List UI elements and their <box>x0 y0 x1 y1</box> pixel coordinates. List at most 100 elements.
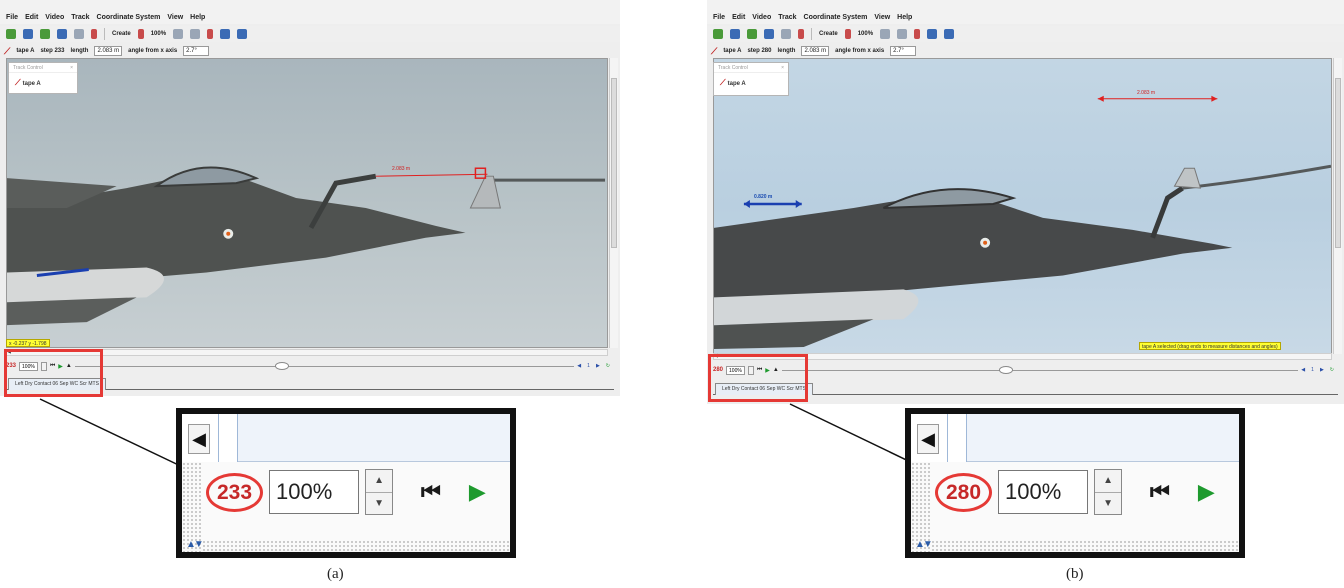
step-label: step 280 <box>747 48 772 54</box>
trail-icon[interactable] <box>190 29 201 39</box>
marker-arrows-icon: ▲▼ <box>915 539 933 550</box>
menu-track[interactable]: Track <box>71 14 89 21</box>
play-icon[interactable]: ▶ <box>1198 479 1215 505</box>
frame-slider[interactable] <box>781 365 1299 375</box>
label-icon[interactable] <box>927 29 938 39</box>
rate-spinner[interactable]: ▲ ▼ <box>365 469 394 515</box>
zoom-button[interactable]: 100% <box>858 31 873 37</box>
menu-help[interactable]: Help <box>190 14 205 21</box>
rate-field[interactable]: 100% <box>998 470 1089 514</box>
tracker-window-a: File Edit Video Track Coordinate System … <box>0 0 620 396</box>
aircraft-image <box>7 166 606 326</box>
clip-settings-icon[interactable] <box>57 29 67 39</box>
rate-spinner[interactable]: ▲ ▼ <box>1094 469 1123 515</box>
step-back-button[interactable]: ◀ <box>1301 367 1305 373</box>
create-button[interactable]: Create <box>819 31 838 37</box>
highlight-box-b <box>708 354 808 402</box>
inset-top: ◀ <box>911 414 1239 462</box>
menu-edit[interactable]: Edit <box>732 14 745 21</box>
clip-settings-icon[interactable] <box>764 29 774 39</box>
loop-icon[interactable]: ↻ <box>606 363 610 369</box>
menu-view[interactable]: View <box>167 14 183 21</box>
path-icon[interactable] <box>914 29 921 39</box>
spinner-up-icon[interactable]: ▲ <box>1095 470 1121 492</box>
menu-video[interactable]: Video <box>45 14 64 21</box>
menu-coordinate-system[interactable]: Coordinate System <box>97 14 161 21</box>
track-control-item[interactable]: ⟋ tape A <box>714 73 788 93</box>
create-button[interactable]: Create <box>112 31 131 37</box>
step-size[interactable]: 1 <box>587 363 590 369</box>
play-icon[interactable]: ▶ <box>469 479 486 505</box>
menu-file[interactable]: File <box>713 14 725 21</box>
frame-slider[interactable] <box>74 361 575 371</box>
spinner-down-icon[interactable]: ▼ <box>1095 491 1122 515</box>
slider-thumb[interactable] <box>274 361 289 370</box>
video-view[interactable] <box>6 58 608 348</box>
scroll-left-icon[interactable]: ◀ <box>188 424 210 454</box>
measurement-label-blue: 0.820 m <box>754 194 773 200</box>
track-name[interactable]: tape A <box>16 48 34 54</box>
filter-icon[interactable] <box>781 29 791 39</box>
track-control-item[interactable]: ⟋ tape A <box>9 73 77 93</box>
length-field[interactable]: 2.083 m <box>801 46 830 56</box>
scroll-thumb[interactable] <box>1335 78 1341 248</box>
close-icon[interactable]: × <box>781 65 784 71</box>
screenshot-b: File Edit Video Track Coordinate System … <box>707 0 1344 404</box>
track-control-item-label: tape A <box>22 81 41 87</box>
angle-label: angle from x axis <box>835 48 885 54</box>
step-back-button[interactable]: ◀ <box>577 363 581 369</box>
angle-field[interactable]: 2.7° <box>890 46 917 56</box>
label-icon[interactable] <box>220 29 231 39</box>
font-icon[interactable] <box>237 29 248 39</box>
length-field[interactable]: 2.083 m <box>94 46 123 56</box>
spinner-up-icon[interactable]: ▲ <box>366 470 392 492</box>
menu-help[interactable]: Help <box>897 14 912 21</box>
vertical-scrollbar[interactable] <box>1333 58 1342 354</box>
step-size[interactable]: 1 <box>1311 367 1314 373</box>
loop-icon[interactable]: ↻ <box>1330 367 1334 373</box>
track-control-title: Track Control <box>13 65 43 71</box>
open-icon[interactable] <box>713 29 723 39</box>
font-icon[interactable] <box>944 29 955 39</box>
close-icon[interactable]: × <box>70 65 73 71</box>
track-control-panel: Track Control × ⟋ tape A <box>713 62 789 96</box>
step-controls: ◀ 1 ▶ ↻ <box>1301 367 1334 373</box>
track-icon[interactable] <box>173 29 184 39</box>
tape-icon: ⟋ <box>4 45 11 56</box>
video-view[interactable] <box>713 58 1332 354</box>
menu-view[interactable]: View <box>874 14 890 21</box>
track-icon[interactable] <box>880 29 891 39</box>
scroll-left-icon[interactable]: ◀ <box>917 424 939 454</box>
axes-icon[interactable] <box>798 29 804 39</box>
path-icon[interactable] <box>207 29 214 39</box>
filter-icon[interactable] <box>74 29 84 39</box>
menu-file[interactable]: File <box>6 14 18 21</box>
step-back-icon[interactable]: ⏮ <box>1150 479 1170 505</box>
slider-thumb[interactable] <box>998 365 1013 374</box>
track-name[interactable]: tape A <box>723 48 741 54</box>
spinner-down-icon[interactable]: ▼ <box>366 491 393 515</box>
open-icon[interactable] <box>6 29 16 39</box>
vertical-scrollbar[interactable] <box>609 58 618 348</box>
step-back-icon[interactable]: ⏮ <box>421 479 441 505</box>
axes-icon[interactable] <box>91 29 97 39</box>
menu-video[interactable]: Video <box>752 14 771 21</box>
open-video-icon[interactable] <box>40 29 50 39</box>
step-forward-button[interactable]: ▶ <box>1320 367 1324 373</box>
rate-field[interactable]: 100% <box>269 470 360 514</box>
autotracker-icon[interactable] <box>844 29 851 39</box>
autotracker-icon[interactable] <box>137 29 144 39</box>
status-readout: x -0.237 y -1.798 <box>6 339 50 347</box>
save-icon[interactable] <box>730 29 740 39</box>
menu-track[interactable]: Track <box>778 14 796 21</box>
zoom-button[interactable]: 100% <box>151 31 166 37</box>
menu-coordinate-system[interactable]: Coordinate System <box>804 14 868 21</box>
step-forward-button[interactable]: ▶ <box>596 363 600 369</box>
save-icon[interactable] <box>23 29 33 39</box>
angle-field[interactable]: 2.7° <box>183 46 210 56</box>
menu-edit[interactable]: Edit <box>25 14 38 21</box>
open-video-icon[interactable] <box>747 29 757 39</box>
scroll-thumb[interactable] <box>611 78 617 248</box>
trail-icon[interactable] <box>897 29 908 39</box>
zoom-inset-b: ◀ 280 100% ▲ ▼ ⏮ ▶ ▲▼ <box>905 408 1245 558</box>
